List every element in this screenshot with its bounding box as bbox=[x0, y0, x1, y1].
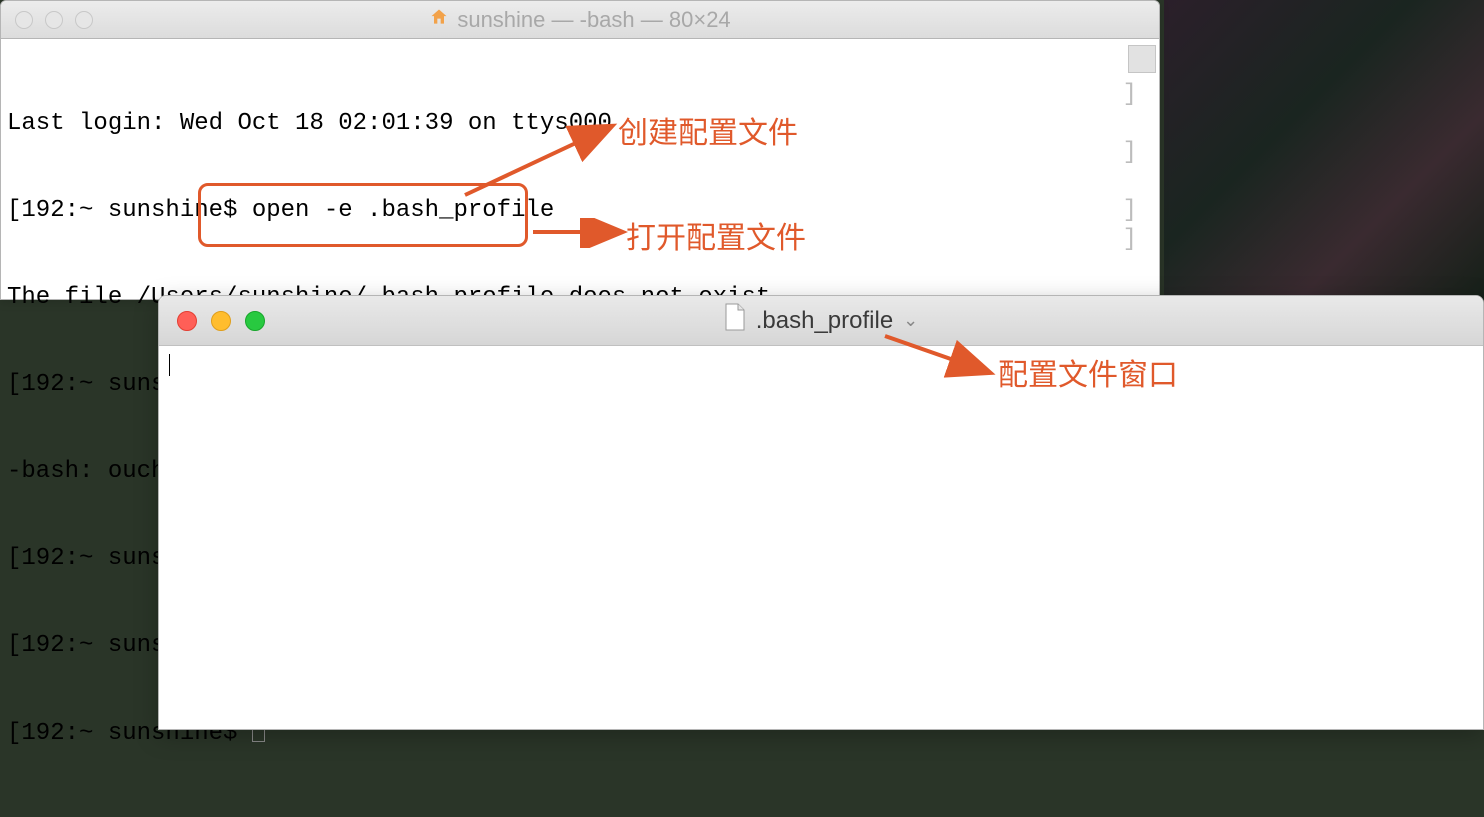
editor-title: .bash_profile ⌄ bbox=[159, 303, 1483, 338]
traffic-lights bbox=[1, 11, 93, 29]
document-icon bbox=[724, 303, 746, 338]
editor-traffic-lights bbox=[159, 311, 265, 331]
minimize-button[interactable] bbox=[45, 11, 63, 29]
terminal-line: [192:~ sunshine$ open -e .bash_profile bbox=[7, 196, 1153, 225]
editor-close-button[interactable] bbox=[177, 311, 197, 331]
home-icon bbox=[429, 7, 449, 33]
line-end-bracket: ] bbox=[1123, 139, 1137, 166]
chevron-down-icon[interactable]: ⌄ bbox=[903, 310, 918, 331]
terminal-window[interactable]: sunshine — -bash — 80×24 Last login: Wed… bbox=[0, 0, 1160, 300]
desktop-background bbox=[1164, 0, 1484, 300]
editor-minimize-button[interactable] bbox=[211, 311, 231, 331]
line-end-bracket: ] bbox=[1123, 81, 1137, 108]
maximize-button[interactable] bbox=[75, 11, 93, 29]
terminal-title: sunshine — -bash — 80×24 bbox=[1, 7, 1159, 33]
terminal-title-text: sunshine — -bash — 80×24 bbox=[457, 7, 730, 33]
scrollbar-thumb[interactable] bbox=[1128, 45, 1156, 73]
text-cursor bbox=[169, 354, 170, 376]
line-end-bracket: ] bbox=[1123, 197, 1137, 224]
editor-body[interactable] bbox=[159, 346, 1483, 384]
terminal-titlebar[interactable]: sunshine — -bash — 80×24 bbox=[1, 1, 1159, 39]
line-end-bracket: ] bbox=[1123, 226, 1137, 253]
close-button[interactable] bbox=[15, 11, 33, 29]
editor-maximize-button[interactable] bbox=[245, 311, 265, 331]
editor-window[interactable]: .bash_profile ⌄ bbox=[158, 295, 1484, 730]
terminal-line: Last login: Wed Oct 18 02:01:39 on ttys0… bbox=[7, 109, 1153, 138]
editor-titlebar[interactable]: .bash_profile ⌄ bbox=[159, 296, 1483, 346]
editor-title-text: .bash_profile bbox=[756, 307, 893, 335]
